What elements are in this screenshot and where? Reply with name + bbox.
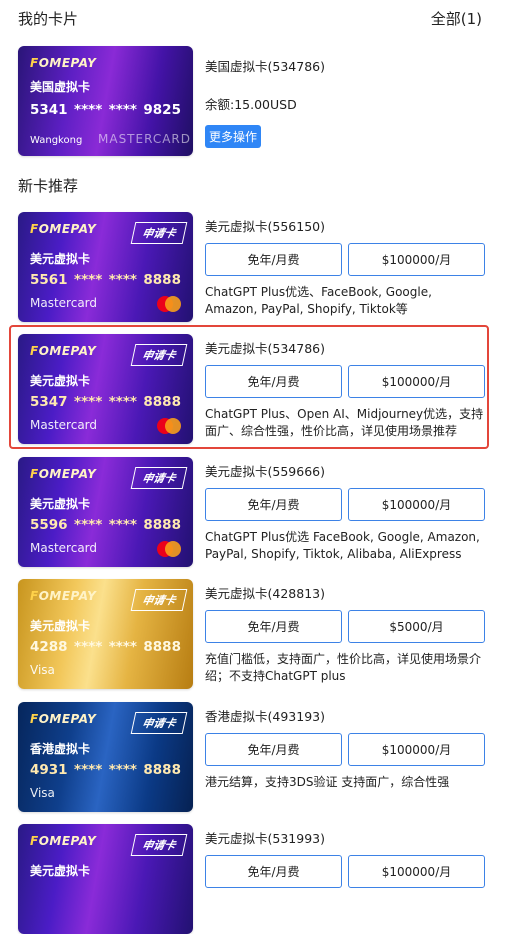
card-number: 5561 **** **** 8888 [30,272,181,288]
my-card-balance: 余额:15.00USD [205,97,297,112]
apply-card-tag[interactable]: 申请卡 [130,712,188,734]
card-option-buttons: 免年/月费 $100000/月 [205,855,485,888]
more-actions-button[interactable]: 更多操作 [205,125,262,148]
card-type: 美国虚拟卡 [30,80,91,94]
monthly-limit-button[interactable]: $100000/月 [348,855,485,888]
my-card-info: 美国虚拟卡(534786) 余额:15.00USD 更多操作 [205,56,325,148]
card-number: 5341 **** **** 9825 [30,102,181,118]
card-network: Mastercard [30,541,98,555]
header: 我的卡片 全部(1) [18,8,482,28]
annual-fee-button[interactable]: 免年/月费 [205,243,342,276]
card-name: 美元虚拟卡(428813) [205,586,325,601]
card-number: 4931 **** **** 8888 [30,762,181,778]
my-card[interactable]: FOMEPAY 美国虚拟卡 5341 **** **** 9825 Wangkong … [18,46,193,156]
card-brand-logo: FOMEPAY [30,834,97,848]
recommend-card[interactable]: FOMEPAY 申请卡美元虚拟卡 5561 **** **** 8888 Mastercar… [18,212,193,322]
apply-card-tag[interactable]: 申请卡 [130,589,188,611]
recommend-card[interactable]: FOMEPAY 申请卡美元虚拟卡 5596 **** **** 8888 Mastercar… [18,457,193,567]
recommend-card[interactable]: FOMEPAY 申请卡美元虚拟卡 5347 **** **** 8888 Mastercar… [18,334,193,444]
section-title: 新卡推荐 [18,177,79,195]
card-option-buttons: 免年/月费 $100000/月 [205,488,485,521]
card-name: 香港虚拟卡(493193) [205,709,325,724]
card-network: MASTERCARD [98,132,191,146]
card-description: ChatGPT Plus、Open AI、Midjourney优选，支持面广、综… [205,407,484,438]
monthly-limit-button[interactable]: $5000/月 [348,610,485,643]
monthly-limit-button[interactable]: $100000/月 [348,365,485,398]
card-description: 充值门槛低，支持面广，性价比高，详见使用场景介绍；不支持ChatGPT plus [205,652,482,683]
card-type: 美元虚拟卡 [30,619,91,633]
mastercard-icon [157,296,181,312]
monthly-limit-button[interactable]: $100000/月 [348,733,485,766]
card-brand-logo: FOMEPAY [30,712,97,726]
page-title: 我的卡片 [18,9,79,28]
card-network: Visa [30,786,55,800]
card-holder: Wangkong [30,135,83,146]
card-name: 美元虚拟卡(559666) [205,464,325,479]
card-brand-logo: FOMEPAY [30,344,97,358]
card-brand-logo: FOMEPAY [30,589,97,603]
recommend-card-info: 美元虚拟卡(531993) 免年/月费 $100000/月 [205,828,485,888]
card-option-buttons: 免年/月费 $100000/月 [205,733,485,766]
apply-card-tag[interactable]: 申请卡 [130,344,188,366]
monthly-limit-button[interactable]: $100000/月 [348,243,485,276]
card-name: 美元虚拟卡(534786) [205,341,325,356]
card-brand-logo: FOMEPAY [30,467,97,481]
card-name: 美元虚拟卡(556150) [205,219,325,234]
mastercard-icon [157,541,181,557]
card-type: 香港虚拟卡 [30,742,91,756]
apply-card-tag[interactable]: 申请卡 [130,834,188,856]
annual-fee-button[interactable]: 免年/月费 [205,610,342,643]
card-brand-logo: FOMEPAY [30,56,97,70]
recommend-card[interactable]: FOMEPAY 申请卡美元虚拟卡 4288 **** **** 8888 Visa [18,579,193,689]
card-type: 美元虚拟卡 [30,864,91,878]
apply-card-tag[interactable]: 申请卡 [130,222,188,244]
card-type: 美元虚拟卡 [30,252,91,266]
card-description: ChatGPT Plus优选 FaceBook, Google, Amazon,… [205,530,480,561]
card-option-buttons: 免年/月费 $100000/月 [205,243,485,276]
card-brand-logo: FOMEPAY [30,222,97,236]
card-network: Mastercard [30,296,98,310]
card-number: 5347 **** **** 8888 [30,394,181,410]
annual-fee-button[interactable]: 免年/月费 [205,733,342,766]
recommend-card[interactable]: FOMEPAY 申请卡香港虚拟卡 4931 **** **** 8888 Visa [18,702,193,812]
card-description: ChatGPT Plus优选、FaceBook, Google, Amazon,… [205,285,432,316]
card-network: Visa [30,663,55,677]
recommend-card-info: 香港虚拟卡(493193) 免年/月费 $100000/月港元结算，支持3DS验证 … [205,706,485,791]
card-network: Mastercard [30,418,98,432]
apply-card-tag[interactable]: 申请卡 [130,467,188,489]
recommend-card-info: 美元虚拟卡(559666) 免年/月费 $100000/月 ChatGPT Plus优… [205,461,485,563]
recommend-card-info: 美元虚拟卡(534786) 免年/月费 $100000/月 ChatGPT Plus、… [205,338,485,440]
card-name: 美元虚拟卡(531993) [205,831,325,846]
mastercard-icon [157,418,181,434]
monthly-limit-button[interactable]: $100000/月 [348,488,485,521]
annual-fee-button[interactable]: 免年/月费 [205,365,342,398]
card-type: 美元虚拟卡 [30,374,91,388]
recommend-card[interactable]: FOMEPAY 申请卡美元虚拟卡 [18,824,193,934]
card-option-buttons: 免年/月费 $5000/月 [205,610,485,643]
card-number: 4288 **** **** 8888 [30,639,181,655]
card-number: 5596 **** **** 8888 [30,517,181,533]
annual-fee-button[interactable]: 免年/月费 [205,855,342,888]
recommend-card-info: 美元虚拟卡(428813) 免年/月费 $5000/月 充值门槛低，支持面广，性价比高… [205,583,485,685]
annual-fee-button[interactable]: 免年/月费 [205,488,342,521]
card-type: 美元虚拟卡 [30,497,91,511]
card-option-buttons: 免年/月费 $100000/月 [205,365,485,398]
my-card-name: 美国虚拟卡(534786) [205,59,325,74]
recommend-card-info: 美元虚拟卡(556150) 免年/月费 $100000/月 ChatGPT Plus优… [205,216,485,318]
all-cards-link[interactable]: 全部(1) [431,8,482,29]
card-description: 港元结算，支持3DS验证 支持面广，综合性强 [205,775,450,789]
